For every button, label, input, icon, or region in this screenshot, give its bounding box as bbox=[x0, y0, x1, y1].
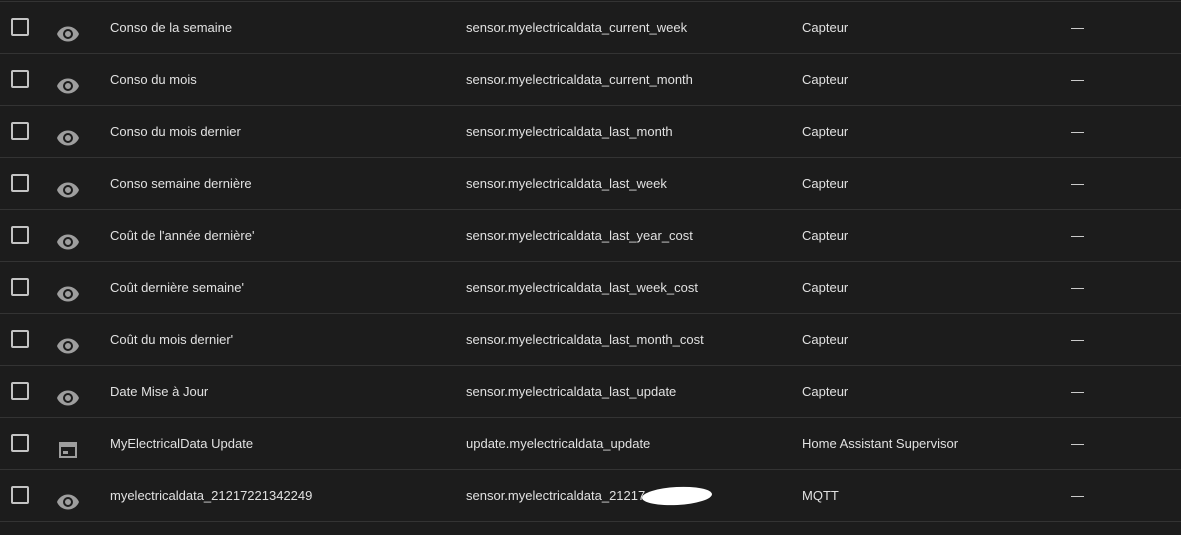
entity-integration: Capteur bbox=[802, 280, 849, 295]
entity-id: sensor.myelectricaldata_last_week bbox=[466, 176, 667, 191]
eye-icon bbox=[56, 276, 80, 302]
table-row[interactable]: MyElectricalData Update update.myelectric… bbox=[0, 418, 1181, 470]
entity-icon-cell bbox=[56, 470, 80, 521]
entity-area: — bbox=[1071, 384, 1084, 399]
entity-icon-cell bbox=[56, 2, 80, 53]
table-row[interactable]: Conso du mois sensor.myelectricaldata_cur… bbox=[0, 54, 1181, 106]
table-row[interactable]: Coût dernière semaine' sensor.myelectrica… bbox=[0, 262, 1181, 314]
entity-name: Coût de l'année dernière' bbox=[110, 228, 255, 243]
row-select-cell bbox=[11, 418, 29, 469]
row-checkbox[interactable] bbox=[11, 174, 29, 192]
row-checkbox[interactable] bbox=[11, 486, 29, 504]
entity-icon-cell bbox=[56, 314, 80, 365]
entity-integration: Capteur bbox=[802, 332, 849, 347]
row-checkbox[interactable] bbox=[11, 122, 29, 140]
entity-name: Conso du mois dernier bbox=[110, 124, 241, 139]
row-checkbox[interactable] bbox=[11, 18, 29, 36]
eye-icon bbox=[56, 172, 80, 198]
entity-area: — bbox=[1071, 124, 1084, 139]
entity-icon-cell bbox=[56, 210, 80, 261]
row-select-cell bbox=[11, 470, 29, 521]
table-row[interactable]: Conso du mois dernier sensor.myelectrical… bbox=[0, 106, 1181, 158]
entity-integration: Capteur bbox=[802, 176, 849, 191]
entity-integration: Capteur bbox=[802, 384, 849, 399]
row-checkbox[interactable] bbox=[11, 70, 29, 88]
entity-name: Date Mise à Jour bbox=[110, 384, 209, 399]
entity-integration: MQTT bbox=[802, 488, 839, 503]
entity-area: — bbox=[1071, 72, 1084, 87]
eye-icon bbox=[56, 328, 80, 354]
entity-id: update.myelectricaldata_update bbox=[466, 436, 651, 451]
entity-area: — bbox=[1071, 176, 1084, 191]
entity-id: sensor.myelectricaldata_current_month bbox=[466, 72, 693, 87]
entity-id: sensor.myelectricaldata_last_month_cost bbox=[466, 332, 704, 347]
entity-icon-cell bbox=[56, 158, 80, 209]
entity-icon-cell bbox=[56, 54, 80, 105]
entity-id: sensor.myelectricaldata_last_year_cost bbox=[466, 228, 693, 243]
entities-table: Conso de la semaine sensor.myelectricalda… bbox=[0, 1, 1181, 522]
entity-icon-cell bbox=[56, 418, 80, 469]
entity-name: Coût dernière semaine' bbox=[110, 280, 244, 295]
entity-area: — bbox=[1071, 332, 1084, 347]
eye-icon bbox=[56, 224, 80, 250]
entity-icon-cell bbox=[56, 262, 80, 313]
redaction-mark bbox=[641, 485, 713, 507]
table-row[interactable]: Coût de l'année dernière' sensor.myelectr… bbox=[0, 210, 1181, 262]
entity-id: sensor.myelectricaldata_21217 bbox=[466, 488, 646, 503]
entity-icon-cell bbox=[56, 106, 80, 157]
entity-integration: Capteur bbox=[802, 228, 849, 243]
table-row[interactable]: Date Mise à Jour sensor.myelectricaldata_… bbox=[0, 366, 1181, 418]
table-row[interactable]: Conso de la semaine sensor.myelectricalda… bbox=[0, 1, 1181, 54]
row-checkbox[interactable] bbox=[11, 330, 29, 348]
entity-id: sensor.myelectricaldata_current_week bbox=[466, 20, 688, 35]
entity-name: Conso semaine dernière bbox=[110, 176, 252, 191]
row-checkbox[interactable] bbox=[11, 226, 29, 244]
entity-area: — bbox=[1071, 228, 1084, 243]
entity-area: — bbox=[1071, 20, 1084, 35]
entity-area: — bbox=[1071, 488, 1084, 503]
entity-icon-cell bbox=[56, 366, 80, 417]
row-select-cell bbox=[11, 210, 29, 261]
package-icon bbox=[56, 432, 80, 458]
row-checkbox[interactable] bbox=[11, 434, 29, 452]
entity-id: sensor.myelectricaldata_last_update bbox=[466, 384, 677, 399]
row-select-cell bbox=[11, 314, 29, 365]
entity-id: sensor.myelectricaldata_last_month bbox=[466, 124, 673, 139]
eye-icon bbox=[56, 16, 80, 42]
table-row[interactable]: Coût du mois dernier' sensor.myelectrical… bbox=[0, 314, 1181, 366]
entity-name: Conso du mois bbox=[110, 72, 197, 87]
entity-area: — bbox=[1071, 436, 1084, 451]
eye-icon bbox=[56, 120, 80, 146]
table-row[interactable]: Conso semaine dernière sensor.myelectrica… bbox=[0, 158, 1181, 210]
entity-name: Coût du mois dernier' bbox=[110, 332, 234, 347]
entity-name: Conso de la semaine bbox=[110, 20, 233, 35]
eye-icon bbox=[56, 68, 80, 94]
row-select-cell bbox=[11, 2, 29, 53]
entity-area: — bbox=[1071, 280, 1084, 295]
entity-name: myelectricaldata_21217221342249 bbox=[110, 488, 313, 503]
row-select-cell bbox=[11, 54, 29, 105]
eye-icon bbox=[56, 380, 80, 406]
row-select-cell bbox=[11, 366, 29, 417]
table-row[interactable]: myelectricaldata_21217221342249 sensor.my… bbox=[0, 470, 1181, 522]
row-checkbox[interactable] bbox=[11, 382, 29, 400]
row-select-cell bbox=[11, 106, 29, 157]
entity-integration: Capteur bbox=[802, 20, 849, 35]
row-select-cell bbox=[11, 262, 29, 313]
row-select-cell bbox=[11, 158, 29, 209]
entity-name: MyElectricalData Update bbox=[110, 436, 254, 451]
entity-integration: Capteur bbox=[802, 124, 849, 139]
eye-icon bbox=[56, 484, 80, 510]
row-checkbox[interactable] bbox=[11, 278, 29, 296]
entity-id: sensor.myelectricaldata_last_week_cost bbox=[466, 280, 698, 295]
entity-integration: Home Assistant Supervisor bbox=[802, 436, 959, 451]
entity-integration: Capteur bbox=[802, 72, 849, 87]
